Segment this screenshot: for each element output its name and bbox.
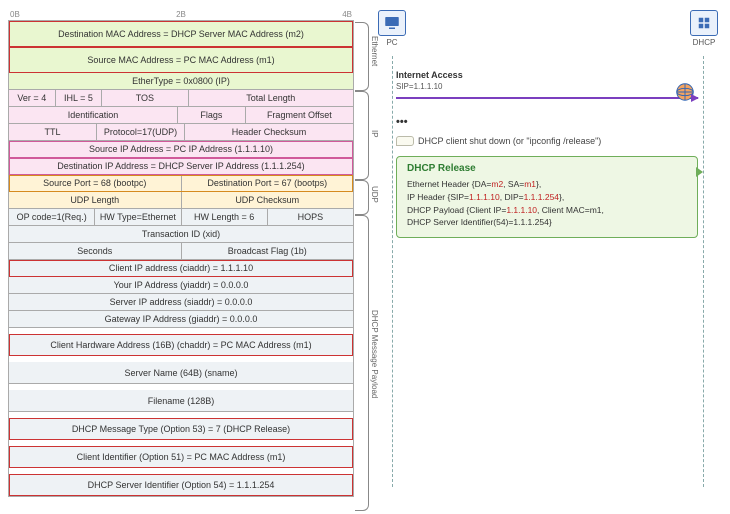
lifeline-dhcp: [703, 56, 704, 487]
scale-0b: 0B: [10, 10, 20, 19]
byte-scale: 0B 2B 4B: [8, 10, 354, 20]
udp-dport: Destination Port = 67 (bootps): [182, 175, 354, 191]
sequence-diagram: PC DHCP Internet Access SIP=1.1.1.10 •••…: [374, 10, 722, 497]
dhcp-icon: [695, 14, 713, 32]
dhcp-yiaddr: Your IP Address (yiaddr) = 0.0.0.0: [9, 277, 353, 293]
ip-ihl: IHL = 5: [56, 90, 103, 106]
shutdown-note-text: DHCP client shut down (or "ipconfig /rel…: [418, 136, 601, 146]
msg-internet-access: Internet Access SIP=1.1.1.10: [396, 70, 698, 99]
internet-access-sip: SIP=1.1.1.10: [396, 82, 698, 91]
lifeline-pc: [392, 56, 393, 487]
arrow-internet: [396, 97, 698, 99]
dhcp-hops: HOPS: [268, 209, 353, 225]
dhcp-hwt: HW Type=Ethernet: [95, 209, 181, 225]
ip-id: Identification: [9, 107, 178, 123]
ellipsis-icon: •••: [396, 116, 698, 128]
dhcp-ciaddr: Client IP address (ciaddr) = 1.1.1.10: [9, 260, 353, 276]
dhcp-op: OP code=1(Req.): [9, 209, 95, 225]
node-dhcp-label: DHCP: [693, 38, 716, 47]
eth-type: EtherType = 0x0800 (IP): [9, 73, 353, 89]
node-dhcp: DHCP: [690, 10, 718, 47]
eth-dst: Destination MAC Address = DHCP Server MA…: [9, 21, 353, 46]
dhcp-opt53: DHCP Message Type (Option 53) = 7 (DHCP …: [9, 418, 353, 439]
ip-tlen: Total Length: [189, 90, 354, 106]
ip-ver: Ver = 4: [9, 90, 56, 106]
ip-flags: Flags: [178, 107, 246, 123]
brace-ethernet: [355, 22, 369, 91]
release-line-payload1: DHCP Payload {Client IP=1.1.1.10, Client…: [407, 204, 687, 217]
globe-icon: [674, 81, 696, 103]
ip-proto: Protocol=17(UDP): [97, 124, 185, 140]
ip-frag: Fragment Offset: [246, 107, 353, 123]
internet-access-title: Internet Access: [396, 70, 698, 80]
ip-src: Source IP Address = PC IP Address (1.1.1…: [9, 141, 353, 157]
release-line-ip: IP Header {SIP=1.1.1.10, DIP=1.1.1.254},: [407, 191, 687, 204]
scale-2b: 2B: [176, 10, 186, 19]
ip-ttl: TTL: [9, 124, 97, 140]
brace-udp: [355, 180, 369, 215]
dhcp-xid: Transaction ID (xid): [9, 226, 353, 242]
dhcp-bflag: Broadcast Flag (1b): [182, 243, 354, 259]
pc-icon: [383, 14, 401, 32]
udp-chk: UDP Checksum: [182, 192, 354, 208]
udp-len: UDP Length: [9, 192, 182, 208]
ip-tos: TOS: [102, 90, 188, 106]
dhcp-hwl: HW Length = 6: [182, 209, 268, 225]
scale-4b: 4B: [342, 10, 352, 19]
dhcp-secs: Seconds: [9, 243, 182, 259]
dhcp-siaddr: Server IP address (siaddr) = 0.0.0.0: [9, 294, 353, 310]
node-pc-label: PC: [386, 38, 397, 47]
msg-dhcp-release: DHCP Release Ethernet Header {DA=m2, SA=…: [396, 156, 698, 238]
brace-dhcp: [355, 215, 369, 511]
ip-chk: Header Checksum: [185, 124, 353, 140]
shutdown-note: DHCP client shut down (or "ipconfig /rel…: [396, 136, 698, 146]
dhcp-opt51: Client Identifier (Option 51) = PC MAC A…: [9, 446, 353, 467]
dhcp-opt54: DHCP Server Identifier (Option 54) = 1.1…: [9, 474, 353, 496]
dhcp-sname: Server Name (64B) (sname): [9, 362, 353, 383]
packet-table: Destination MAC Address = DHCP Server MA…: [8, 20, 354, 497]
note-flag-icon: [396, 136, 414, 146]
eth-src: Source MAC Address = PC MAC Address (m1): [9, 47, 353, 72]
release-line-payload2: DHCP Server Identifier(54)=1.1.1.254}: [407, 216, 687, 229]
release-title: DHCP Release: [407, 163, 687, 174]
ip-dst: Destination IP Address = DHCP Server IP …: [9, 158, 353, 174]
dhcp-file: Filename (128B): [9, 390, 353, 411]
node-pc: PC: [378, 10, 406, 47]
release-line-eth: Ethernet Header {DA=m2, SA=m1},: [407, 178, 687, 191]
dhcp-giaddr: Gateway IP Address (giaddr) = 0.0.0.0: [9, 311, 353, 327]
dhcp-chaddr: Client Hardware Address (16B) (chaddr) =…: [9, 334, 353, 355]
udp-sport: Source Port = 68 (bootpc): [9, 175, 182, 191]
brace-ip: [355, 91, 369, 180]
